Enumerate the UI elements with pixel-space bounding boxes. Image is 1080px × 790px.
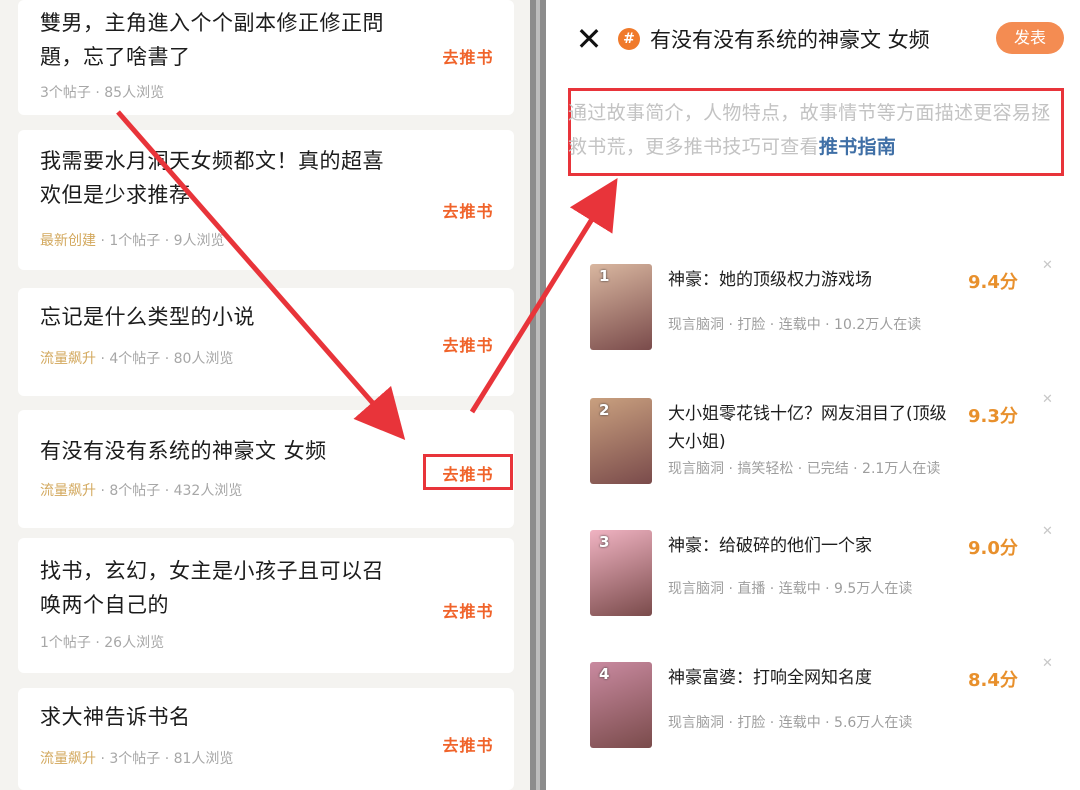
topic-list-item[interactable]: 求大神告诉书名流量飙升 · 3个帖子 · 81人浏览 去推书 <box>18 688 514 790</box>
topic-title: 有没有没有系统的神豪文 女频 <box>650 28 930 52</box>
book-meta: 现言脑洞 · 打脸 · 连载中 · 5.6万人在读 <box>668 715 913 731</box>
topic-meta: 流量飙升 · 8个帖子 · 432人浏览 <box>40 480 242 500</box>
topic-title: 求大神告诉书名 <box>40 705 191 729</box>
topic-list-item[interactable]: 我需要水月洞天女频都文！真的超喜欢但是少求推荐最新创建 · 1个帖子 · 9人浏… <box>18 130 514 270</box>
recommend-book-button[interactable]: 去推书 <box>423 454 513 490</box>
book-meta: 现言脑洞 · 打脸 · 连载中 · 10.2万人在读 <box>668 317 922 333</box>
recommend-book-button[interactable]: 去推书 <box>423 728 513 764</box>
dismiss-icon[interactable]: ✕ <box>1042 258 1053 273</box>
topic-tag: 流量飙升 <box>40 351 96 367</box>
close-icon[interactable]: ✕ <box>574 22 604 56</box>
topic-title: 忘记是什么类型的小说 <box>40 305 255 329</box>
topic-title: 我需要水月洞天女频都文！真的超喜欢但是少求推荐 <box>40 149 384 207</box>
book-title: 神豪：给破碎的他们一个家 <box>668 536 872 556</box>
topic-list-item[interactable]: 雙男，主角進入个个副本修正修正問題，忘了啥書了 3个帖子 · 85人浏览 去推书 <box>18 0 514 115</box>
topic-stats: · 4个帖子 · 80人浏览 <box>96 351 234 367</box>
book-rank: 3 <box>599 533 610 551</box>
book-title: 神豪：她的顶级权力游戏场 <box>668 270 872 290</box>
topic-stats: · 3个帖子 · 81人浏览 <box>96 751 234 767</box>
book-cover: 2 <box>590 398 652 484</box>
topic-list-item[interactable]: 有没有没有系统的神豪文 女频流量飙升 · 8个帖子 · 432人浏览 去推书 <box>18 410 514 528</box>
book-score: 9.3分 <box>968 406 1018 427</box>
panel-divider-highlight <box>536 0 540 790</box>
topic-tag: 最新创建 <box>40 233 96 249</box>
book-title: 大小姐零花钱十亿？网友泪目了(顶级大小姐) <box>668 404 947 452</box>
hashtag-icon: # <box>618 28 640 50</box>
dismiss-icon[interactable]: ✕ <box>1042 392 1053 407</box>
hint-description: 通过故事简介，人物特点，故事情节等方面描述更容易拯救书荒，更多推书技巧可查看 <box>568 102 1051 158</box>
book-card[interactable]: 1 神豪：她的顶级权力游戏场 9.4分现言脑洞 · 打脸 · 连载中 · 10.2万… <box>582 258 1060 366</box>
book-meta: 现言脑洞 · 搞笑轻松 · 已完结 · 2.1万人在读 <box>668 461 941 477</box>
topic-detail-panel: ✕ # 有没有没有系统的神豪文 女频 发表 通过故事简介，人物特点，故事情节等方… <box>546 0 1080 790</box>
topic-stats: · 8个帖子 · 432人浏览 <box>96 483 243 499</box>
book-score: 8.4分 <box>968 670 1018 691</box>
topic-stats: 1个帖子 · 26人浏览 <box>40 635 165 651</box>
hint-text: 通过故事简介，人物特点，故事情节等方面描述更容易拯救书荒，更多推书技巧可查看推书… <box>568 96 1064 164</box>
book-title: 神豪富婆：打响全网知名度 <box>668 668 872 688</box>
topic-meta: 流量飙升 · 4个帖子 · 80人浏览 <box>40 348 233 368</box>
book-cover: 1 <box>590 264 652 350</box>
book-card[interactable]: 3 神豪：给破碎的他们一个家 9.0分现言脑洞 · 直播 · 连载中 · 9.5万人… <box>582 524 1060 632</box>
book-rank: 4 <box>599 665 610 683</box>
publish-button[interactable]: 发表 <box>996 22 1064 54</box>
topic-list-item[interactable]: 忘记是什么类型的小说流量飙升 · 4个帖子 · 80人浏览 去推书 <box>18 288 514 396</box>
recommend-book-button[interactable]: 去推书 <box>423 594 513 630</box>
topic-meta: 最新创建 · 1个帖子 · 9人浏览 <box>40 230 225 250</box>
topic-meta: 3个帖子 · 85人浏览 <box>40 82 164 102</box>
recommend-book-button[interactable]: 去推书 <box>423 328 513 364</box>
topic-stats: · 1个帖子 · 9人浏览 <box>96 233 225 249</box>
topic-list-item[interactable]: 找书，玄幻，女主是小孩子且可以召唤两个自己的 1个帖子 · 26人浏览 去推书 <box>18 538 514 673</box>
book-cover: 3 <box>590 530 652 616</box>
book-rank: 1 <box>599 267 610 285</box>
dismiss-icon[interactable]: ✕ <box>1042 524 1053 539</box>
topic-tag: 流量飙升 <box>40 483 96 499</box>
book-cover: 4 <box>590 662 652 748</box>
topic-meta: 流量飙升 · 3个帖子 · 81人浏览 <box>40 748 233 768</box>
dismiss-icon[interactable]: ✕ <box>1042 656 1053 671</box>
book-rank: 2 <box>599 401 610 419</box>
book-score: 9.4分 <box>968 272 1018 293</box>
topic-title: 有没有没有系统的神豪文 女频 <box>40 439 327 463</box>
recommend-book-button[interactable]: 去推书 <box>423 40 513 76</box>
recommend-book-button[interactable]: 去推书 <box>423 194 513 230</box>
topic-tag: 流量飙升 <box>40 751 96 767</box>
topic-title: 找书，玄幻，女主是小孩子且可以召唤两个自己的 <box>40 559 384 617</box>
topic-list-panel: 雙男，主角進入个个副本修正修正問題，忘了啥書了 3个帖子 · 85人浏览 去推书 我需… <box>0 0 530 790</box>
topic-title: 雙男，主角進入个个副本修正修正問題，忘了啥書了 <box>40 11 384 69</box>
book-score: 9.0分 <box>968 538 1018 559</box>
book-meta: 现言脑洞 · 直播 · 连载中 · 9.5万人在读 <box>668 581 913 597</box>
topic-meta: 1个帖子 · 26人浏览 <box>40 632 164 652</box>
topic-stats: 3个帖子 · 85人浏览 <box>40 85 165 101</box>
book-card[interactable]: 2 大小姐零花钱十亿？网友泪目了(顶级大小姐) 9.3分现言脑洞 · 搞笑轻松 · … <box>582 392 1060 500</box>
guide-link[interactable]: 推书指南 <box>819 136 896 158</box>
book-card[interactable]: 4 神豪富婆：打响全网知名度 8.4分现言脑洞 · 打脸 · 连载中 · 5.6万人… <box>582 656 1060 764</box>
